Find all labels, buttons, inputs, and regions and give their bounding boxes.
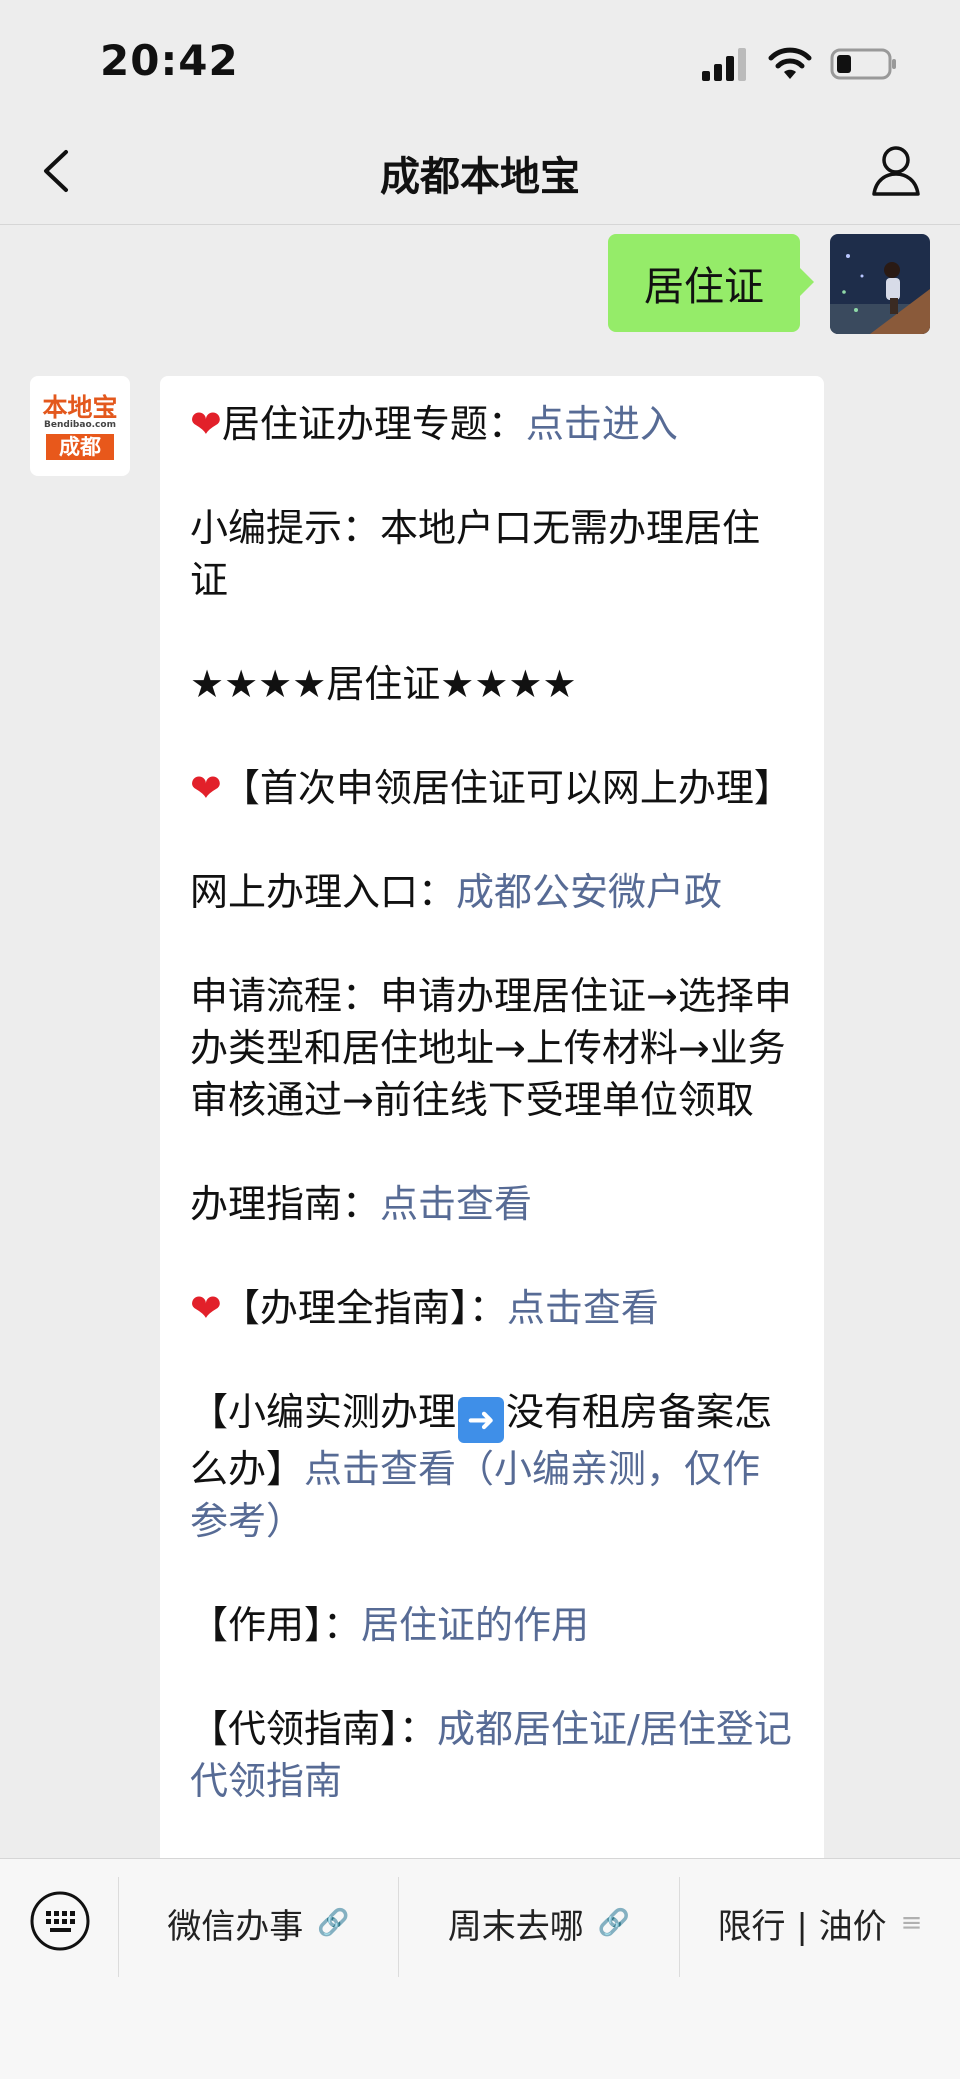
keyboard-icon <box>30 1891 90 1951</box>
status-bar: 20:42 <box>0 0 960 120</box>
line-text: 【代领指南】： <box>190 1707 438 1751</box>
battery-icon <box>830 48 896 80</box>
message-line: 办理指南：点击查看 <box>190 1178 794 1230</box>
guide-link[interactable]: 点击查看 <box>380 1182 532 1226</box>
line-text: 居住证办理专题： <box>221 402 526 446</box>
logo-city: 成都 <box>46 434 114 460</box>
list-icon: ≡ <box>900 1908 923 1938</box>
keyboard-button[interactable] <box>28 1889 92 1953</box>
line-text: ★★★★居住证★★★★ <box>190 662 577 706</box>
profile-button[interactable] <box>866 140 926 200</box>
menu-item-label: 限行 | 油价 <box>717 1906 887 1947</box>
menu-weekend[interactable]: 周末去哪 🔗 <box>399 1883 679 1963</box>
nav-bar: 成都本地宝 <box>0 120 960 225</box>
bottom-menu-bar: 微信办事 🔗 周末去哪 🔗 限行 | 油价 ≡ <box>0 1858 960 2079</box>
signal-icon <box>702 48 746 81</box>
incoming-message-bubble: ❤居住证办理专题：点击进入 小编提示：本地户口无需办理居住证 ★★★★居住证★★… <box>160 376 824 1876</box>
message-line: 网上办理入口：成都公安微户政 <box>190 866 794 918</box>
user-avatar[interactable] <box>830 234 930 334</box>
line-text: 【办理全指南】： <box>221 1286 507 1330</box>
menu-item-label: 微信办事 <box>167 1906 304 1947</box>
heart-icon: ❤ <box>190 402 222 446</box>
link-icon: 🔗 <box>597 1908 631 1938</box>
line-text: 小编提示：本地户口无需办理居住证 <box>190 506 761 602</box>
message-line: ★★★★居住证★★★★ <box>190 658 794 710</box>
purpose-link[interactable]: 居住证的作用 <box>361 1603 589 1647</box>
message-line: 【小编实测办理 ➜ 没有租房备案怎么办】点击查看（小编亲测，仅作参考） <box>190 1386 794 1547</box>
outgoing-message-bubble[interactable]: 居住证 <box>608 234 814 332</box>
page-title: 成都本地宝 <box>380 154 580 200</box>
right-arrow-icon: ➜ <box>458 1397 505 1443</box>
user-avatar-image <box>830 234 930 334</box>
status-time: 20:42 <box>100 36 239 85</box>
logo-subtext: Bendibao.com <box>44 420 116 430</box>
outgoing-message-text: 居住证 <box>644 264 764 310</box>
logo-text: 本地宝 <box>42 393 118 422</box>
line-text: 申请流程：申请办理居住证→选择申办类型和居住地址→上传材料→业务审核通过→前往线… <box>190 974 792 1122</box>
line-text: 【作用】： <box>190 1603 362 1647</box>
line-text: 网上办理入口： <box>190 870 457 914</box>
heart-icon: ❤ <box>190 1286 222 1330</box>
menu-traffic-oil[interactable]: 限行 | 油价 ≡ <box>680 1883 960 1963</box>
full-guide-link[interactable]: 点击查看 <box>507 1286 659 1330</box>
online-entry-link[interactable]: 成都公安微户政 <box>456 870 722 914</box>
line-text: 【首次申领居住证可以网上办理】 <box>221 766 792 810</box>
link-icon: 🔗 <box>317 1908 350 1938</box>
message-line: 【代领指南】：成都居住证/居住登记代领指南 <box>190 1703 794 1807</box>
topic-link[interactable]: 点击进入 <box>526 402 678 446</box>
person-icon <box>872 146 920 196</box>
line-text: 【小编实测办理 <box>190 1390 457 1434</box>
message-line: 【作用】：居住证的作用 <box>190 1599 794 1651</box>
message-line: ❤【首次申领居住证可以网上办理】 <box>190 762 794 814</box>
line-text: 办理指南： <box>190 1182 381 1226</box>
wifi-icon <box>768 47 812 79</box>
heart-icon: ❤ <box>190 766 222 810</box>
message-line: 小编提示：本地户口无需办理居住证 <box>190 502 794 606</box>
message-line: ❤【办理全指南】：点击查看 <box>190 1282 794 1334</box>
menu-wechat-services[interactable]: 微信办事 🔗 <box>119 1883 398 1963</box>
message-body: ❤居住证办理专题：点击进入 小编提示：本地户口无需办理居住证 ★★★★居住证★★… <box>160 376 824 1807</box>
bot-avatar[interactable]: 本地宝 Bendibao.com 成都 <box>30 376 130 476</box>
status-icons <box>702 44 898 84</box>
message-line: 申请流程：申请办理居住证→选择申办类型和居住地址→上传材料→业务审核通过→前往线… <box>190 970 794 1126</box>
menu-item-label: 周末去哪 <box>447 1906 584 1947</box>
message-line: ❤居住证办理专题：点击进入 <box>190 398 794 450</box>
